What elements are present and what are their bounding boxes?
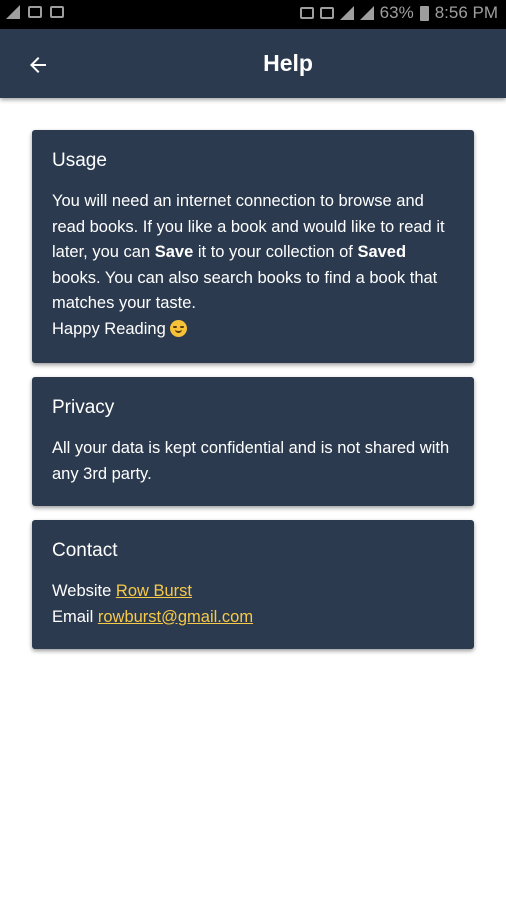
contact-card: Contact Website Row Burst Email rowburst… [32, 520, 474, 649]
contact-body: Website Row Burst Email rowburst@gmail.c… [52, 579, 454, 630]
usage-text-2: it to your collection of [193, 243, 358, 261]
privacy-body: All your data is kept confidential and i… [52, 439, 450, 483]
usage-closing: Happy Reading [52, 319, 166, 338]
status-right-icons: 63% 8:56 PM [299, 3, 498, 23]
usage-card: Usage You will need an internet connecti… [32, 130, 474, 363]
cell-signal-icon [359, 6, 374, 20]
battery-icon [419, 5, 429, 21]
mute-icon [319, 7, 334, 19]
email-link[interactable]: rowburst@gmail.com [98, 608, 253, 626]
usage-title: Usage [52, 150, 107, 171]
privacy-title: Privacy [52, 397, 115, 418]
status-bar: 63% 8:56 PM [0, 0, 506, 29]
usage-bold-save: Save [154, 243, 194, 261]
usage-bold-saved: Saved [357, 243, 407, 261]
app-bar: Help [0, 29, 506, 98]
status-time: 8:56 PM [434, 3, 498, 22]
usage-body: You will need an internet connection to … [52, 189, 454, 342]
smiling-face-icon [170, 319, 188, 337]
message-icon [50, 6, 64, 18]
alarm-icon [299, 7, 314, 19]
image-icon [28, 6, 42, 18]
battery-percent: 63% [379, 3, 414, 22]
page-title: Help [263, 50, 313, 76]
privacy-card: Privacy All your data is kept confidenti… [32, 377, 474, 506]
signal-2-icon [6, 5, 20, 19]
email-label: Email [52, 607, 94, 626]
contact-title: Contact [52, 540, 118, 561]
wifi-icon [339, 6, 354, 20]
usage-text-3: books. You can also search books to find… [52, 268, 438, 313]
status-left-icons [6, 5, 64, 19]
website-label: Website [52, 582, 112, 600]
website-link[interactable]: Row Burst [116, 582, 192, 600]
